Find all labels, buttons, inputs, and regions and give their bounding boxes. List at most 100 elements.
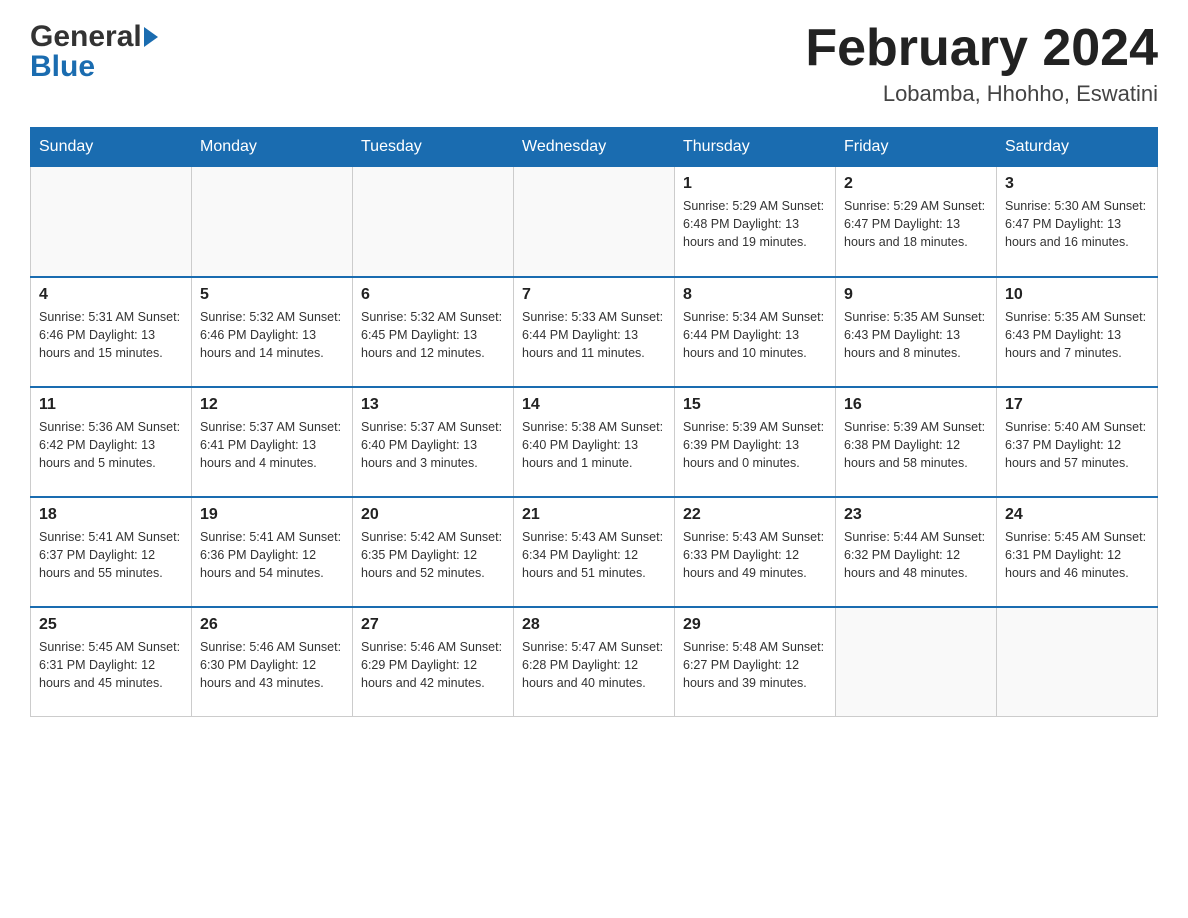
calendar-cell: 5 Sunrise: 5:32 AM Sunset: 6:46 PM Daylig… — [192, 277, 353, 387]
calendar-cell: 7 Sunrise: 5:33 AM Sunset: 6:44 PM Daylig… — [514, 277, 675, 387]
day-number: 29 — [683, 616, 827, 634]
day-number: 10 — [1005, 286, 1149, 304]
calendar-cell: 4 Sunrise: 5:31 AM Sunset: 6:46 PM Daylig… — [31, 277, 192, 387]
day-number: 13 — [361, 396, 505, 414]
calendar-cell: 26 Sunrise: 5:46 AM Sunset: 6:30 PM Dayli… — [192, 607, 353, 717]
column-header-tuesday: Tuesday — [353, 128, 514, 167]
calendar-cell — [31, 167, 192, 277]
day-info: Sunrise: 5:46 AM Sunset: 6:29 PM Dayligh… — [361, 638, 505, 692]
calendar-cell: 24 Sunrise: 5:45 AM Sunset: 6:31 PM Dayli… — [997, 497, 1158, 607]
day-info: Sunrise: 5:38 AM Sunset: 6:40 PM Dayligh… — [522, 418, 666, 472]
calendar-week-row: 4 Sunrise: 5:31 AM Sunset: 6:46 PM Daylig… — [31, 277, 1158, 387]
day-number: 16 — [844, 396, 988, 414]
calendar-cell: 29 Sunrise: 5:48 AM Sunset: 6:27 PM Dayli… — [675, 607, 836, 717]
day-number: 23 — [844, 506, 988, 524]
day-info: Sunrise: 5:33 AM Sunset: 6:44 PM Dayligh… — [522, 308, 666, 362]
day-info: Sunrise: 5:34 AM Sunset: 6:44 PM Dayligh… — [683, 308, 827, 362]
day-number: 3 — [1005, 175, 1149, 193]
calendar-cell — [836, 607, 997, 717]
day-number: 25 — [39, 616, 183, 634]
logo-arrow-icon — [144, 27, 158, 47]
logo-general-text: General — [30, 20, 142, 54]
day-number: 28 — [522, 616, 666, 634]
day-number: 15 — [683, 396, 827, 414]
day-number: 2 — [844, 175, 988, 193]
day-number: 5 — [200, 286, 344, 304]
day-number: 17 — [1005, 396, 1149, 414]
day-info: Sunrise: 5:47 AM Sunset: 6:28 PM Dayligh… — [522, 638, 666, 692]
day-number: 24 — [1005, 506, 1149, 524]
day-info: Sunrise: 5:41 AM Sunset: 6:37 PM Dayligh… — [39, 528, 183, 582]
column-header-thursday: Thursday — [675, 128, 836, 167]
calendar-cell: 11 Sunrise: 5:36 AM Sunset: 6:42 PM Dayli… — [31, 387, 192, 497]
day-info: Sunrise: 5:30 AM Sunset: 6:47 PM Dayligh… — [1005, 197, 1149, 251]
day-number: 4 — [39, 286, 183, 304]
day-info: Sunrise: 5:39 AM Sunset: 6:39 PM Dayligh… — [683, 418, 827, 472]
calendar-cell: 19 Sunrise: 5:41 AM Sunset: 6:36 PM Dayli… — [192, 497, 353, 607]
column-header-wednesday: Wednesday — [514, 128, 675, 167]
day-info: Sunrise: 5:46 AM Sunset: 6:30 PM Dayligh… — [200, 638, 344, 692]
calendar-cell: 3 Sunrise: 5:30 AM Sunset: 6:47 PM Daylig… — [997, 167, 1158, 277]
calendar-cell: 6Sunrise: 5:32 AM Sunset: 6:45 PM Daylig… — [353, 277, 514, 387]
day-info: Sunrise: 5:48 AM Sunset: 6:27 PM Dayligh… — [683, 638, 827, 692]
month-title: February 2024 — [805, 20, 1158, 77]
day-info: Sunrise: 5:43 AM Sunset: 6:34 PM Dayligh… — [522, 528, 666, 582]
day-info: Sunrise: 5:37 AM Sunset: 6:41 PM Dayligh… — [200, 418, 344, 472]
calendar-cell: 8 Sunrise: 5:34 AM Sunset: 6:44 PM Daylig… — [675, 277, 836, 387]
day-info: Sunrise: 5:45 AM Sunset: 6:31 PM Dayligh… — [1005, 528, 1149, 582]
calendar-cell: 23Sunrise: 5:44 AM Sunset: 6:32 PM Dayli… — [836, 497, 997, 607]
day-number: 7 — [522, 286, 666, 304]
logo: General Blue — [30, 20, 160, 84]
calendar-week-row: 1Sunrise: 5:29 AM Sunset: 6:48 PM Daylig… — [31, 167, 1158, 277]
calendar-cell — [514, 167, 675, 277]
calendar-cell — [997, 607, 1158, 717]
calendar-cell: 10 Sunrise: 5:35 AM Sunset: 6:43 PM Dayli… — [997, 277, 1158, 387]
calendar-cell: 17 Sunrise: 5:40 AM Sunset: 6:37 PM Dayli… — [997, 387, 1158, 497]
day-info: Sunrise: 5:43 AM Sunset: 6:33 PM Dayligh… — [683, 528, 827, 582]
day-number: 19 — [200, 506, 344, 524]
calendar-cell: 22 Sunrise: 5:43 AM Sunset: 6:33 PM Dayli… — [675, 497, 836, 607]
calendar-cell: 14 Sunrise: 5:38 AM Sunset: 6:40 PM Dayli… — [514, 387, 675, 497]
column-header-saturday: Saturday — [997, 128, 1158, 167]
day-number: 20 — [361, 506, 505, 524]
calendar-cell: 13 Sunrise: 5:37 AM Sunset: 6:40 PM Dayli… — [353, 387, 514, 497]
day-number: 11 — [39, 396, 183, 414]
calendar-week-row: 25Sunrise: 5:45 AM Sunset: 6:31 PM Dayli… — [31, 607, 1158, 717]
day-number: 26 — [200, 616, 344, 634]
logo-blue-text: Blue — [30, 50, 95, 84]
calendar-cell: 12Sunrise: 5:37 AM Sunset: 6:41 PM Dayli… — [192, 387, 353, 497]
calendar-cell — [353, 167, 514, 277]
calendar-cell: 28 Sunrise: 5:47 AM Sunset: 6:28 PM Dayli… — [514, 607, 675, 717]
day-info: Sunrise: 5:40 AM Sunset: 6:37 PM Dayligh… — [1005, 418, 1149, 472]
calendar-cell: 25Sunrise: 5:45 AM Sunset: 6:31 PM Dayli… — [31, 607, 192, 717]
day-number: 22 — [683, 506, 827, 524]
title-section: February 2024 Lobamba, Hhohho, Eswatini — [805, 20, 1158, 107]
calendar-table: SundayMondayTuesdayWednesdayThursdayFrid… — [30, 127, 1158, 717]
calendar-header-row: SundayMondayTuesdayWednesdayThursdayFrid… — [31, 128, 1158, 167]
day-number: 9 — [844, 286, 988, 304]
day-info: Sunrise: 5:32 AM Sunset: 6:46 PM Dayligh… — [200, 308, 344, 362]
day-info: Sunrise: 5:29 AM Sunset: 6:48 PM Dayligh… — [683, 197, 827, 251]
day-number: 8 — [683, 286, 827, 304]
day-number: 21 — [522, 506, 666, 524]
calendar-cell: 1Sunrise: 5:29 AM Sunset: 6:48 PM Daylig… — [675, 167, 836, 277]
day-info: Sunrise: 5:41 AM Sunset: 6:36 PM Dayligh… — [200, 528, 344, 582]
day-info: Sunrise: 5:31 AM Sunset: 6:46 PM Dayligh… — [39, 308, 183, 362]
day-number: 6 — [361, 286, 505, 304]
calendar-cell: 20 Sunrise: 5:42 AM Sunset: 6:35 PM Dayli… — [353, 497, 514, 607]
day-info: Sunrise: 5:35 AM Sunset: 6:43 PM Dayligh… — [1005, 308, 1149, 362]
day-info: Sunrise: 5:37 AM Sunset: 6:40 PM Dayligh… — [361, 418, 505, 472]
calendar-cell: 16Sunrise: 5:39 AM Sunset: 6:38 PM Dayli… — [836, 387, 997, 497]
day-number: 14 — [522, 396, 666, 414]
calendar-week-row: 11 Sunrise: 5:36 AM Sunset: 6:42 PM Dayli… — [31, 387, 1158, 497]
column-header-friday: Friday — [836, 128, 997, 167]
calendar-cell: 18Sunrise: 5:41 AM Sunset: 6:37 PM Dayli… — [31, 497, 192, 607]
page-header: General Blue February 2024 Lobamba, Hhoh… — [30, 20, 1158, 107]
day-info: Sunrise: 5:42 AM Sunset: 6:35 PM Dayligh… — [361, 528, 505, 582]
calendar-cell: 15 Sunrise: 5:39 AM Sunset: 6:39 PM Dayli… — [675, 387, 836, 497]
day-info: Sunrise: 5:36 AM Sunset: 6:42 PM Dayligh… — [39, 418, 183, 472]
day-number: 27 — [361, 616, 505, 634]
calendar-cell: 2Sunrise: 5:29 AM Sunset: 6:47 PM Daylig… — [836, 167, 997, 277]
day-info: Sunrise: 5:35 AM Sunset: 6:43 PM Dayligh… — [844, 308, 988, 362]
calendar-cell: 9 Sunrise: 5:35 AM Sunset: 6:43 PM Daylig… — [836, 277, 997, 387]
